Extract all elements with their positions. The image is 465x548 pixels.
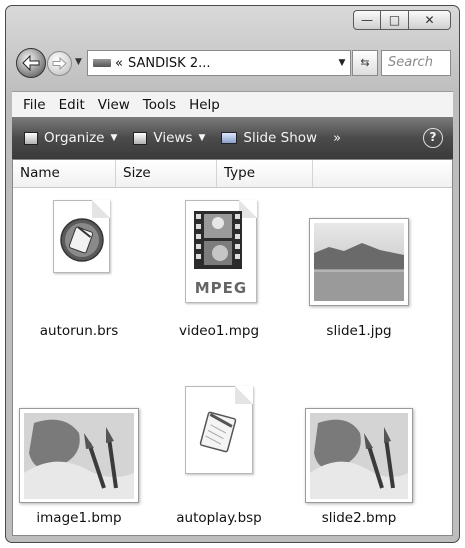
file-name: slide1.jpg — [326, 323, 392, 339]
organize-button[interactable]: Organize ▼ — [24, 130, 117, 146]
file-name: image1.bmp — [36, 510, 122, 526]
views-icon — [133, 131, 148, 145]
mpeg-badge: MPEG — [194, 279, 248, 297]
notepad-document-icon — [185, 386, 253, 474]
menu-help[interactable]: Help — [189, 97, 220, 113]
menu-file[interactable]: File — [23, 97, 46, 113]
maximize-button[interactable]: □ — [381, 10, 409, 30]
file-name: video1.mpg — [178, 323, 260, 339]
views-label: Views — [153, 130, 193, 146]
file-item[interactable]: slide2.bmp — [299, 386, 419, 536]
slideshow-icon — [221, 132, 238, 144]
column-header-row: Name Size Type — [13, 160, 452, 188]
address-prefix: « — [115, 55, 123, 71]
menu-view[interactable]: View — [98, 97, 130, 113]
column-header-name[interactable]: Name — [13, 160, 116, 187]
close-button[interactable]: ✕ — [409, 10, 451, 30]
file-name: autorun.brs — [39, 323, 119, 339]
paint-bitmap-thumbnail — [305, 408, 413, 503]
organize-label: Organize — [44, 130, 105, 146]
address-bar[interactable]: « SANDISK 2... ▼ — [87, 50, 351, 76]
drive-icon — [93, 59, 111, 67]
menu-tools[interactable]: Tools — [143, 97, 176, 113]
refresh-button[interactable]: ⇆ — [352, 50, 378, 76]
paint-bitmap-thumbnail — [19, 408, 139, 503]
search-input[interactable]: Search — [381, 50, 451, 76]
explorer-window: — □ ✕ ▼ « SANDISK 2... ▼ ⇆ Search File E… — [5, 5, 460, 543]
address-text: SANDISK 2... — [127, 55, 211, 71]
refresh-icon: ⇆ — [360, 56, 370, 69]
views-chevron-down-icon: ▼ — [198, 133, 206, 143]
file-item[interactable]: image1.bmp — [19, 386, 139, 536]
command-bar: Organize ▼ Views ▼ Slide Show » ? — [12, 117, 453, 159]
script-document-icon — [53, 200, 110, 273]
help-icon[interactable]: ? — [423, 128, 443, 148]
file-name: autoplay.bsp — [176, 510, 262, 526]
column-header-size[interactable]: Size — [116, 160, 217, 187]
mpeg-video-icon: MPEG — [185, 200, 257, 303]
menu-edit[interactable]: Edit — [59, 97, 85, 113]
views-button[interactable]: Views ▼ — [133, 130, 205, 146]
file-list: Name Size Type autorun.brs MPEG video1.m… — [12, 159, 453, 536]
recent-pages-dropdown-icon[interactable]: ▼ — [75, 57, 82, 67]
navigation-bar: ▼ « SANDISK 2... ▼ ⇆ Search — [14, 47, 451, 79]
caption-buttons: — □ ✕ — [353, 10, 451, 30]
organize-chevron-down-icon: ▼ — [110, 133, 118, 143]
landscape-image-thumbnail — [309, 218, 409, 306]
back-button[interactable] — [16, 48, 46, 78]
column-header-type[interactable]: Type — [217, 160, 313, 187]
more-commands-button[interactable]: » — [333, 131, 341, 146]
slideshow-label: Slide Show — [243, 130, 318, 146]
file-item[interactable]: slide1.jpg — [299, 200, 419, 350]
file-item[interactable]: MPEG video1.mpg — [159, 200, 279, 350]
file-item[interactable]: autoplay.bsp — [159, 386, 279, 536]
forward-arrow-icon — [52, 57, 67, 70]
minimize-button[interactable]: — — [353, 10, 381, 30]
organize-icon — [24, 131, 38, 145]
forward-button[interactable] — [47, 51, 72, 76]
file-item[interactable]: autorun.brs — [19, 200, 139, 350]
file-name: slide2.bmp — [321, 510, 397, 526]
back-arrow-icon — [22, 55, 40, 71]
address-dropdown-icon[interactable]: ▼ — [334, 58, 350, 68]
menu-bar: File Edit View Tools Help — [12, 91, 453, 118]
slideshow-button[interactable]: Slide Show — [221, 130, 317, 146]
